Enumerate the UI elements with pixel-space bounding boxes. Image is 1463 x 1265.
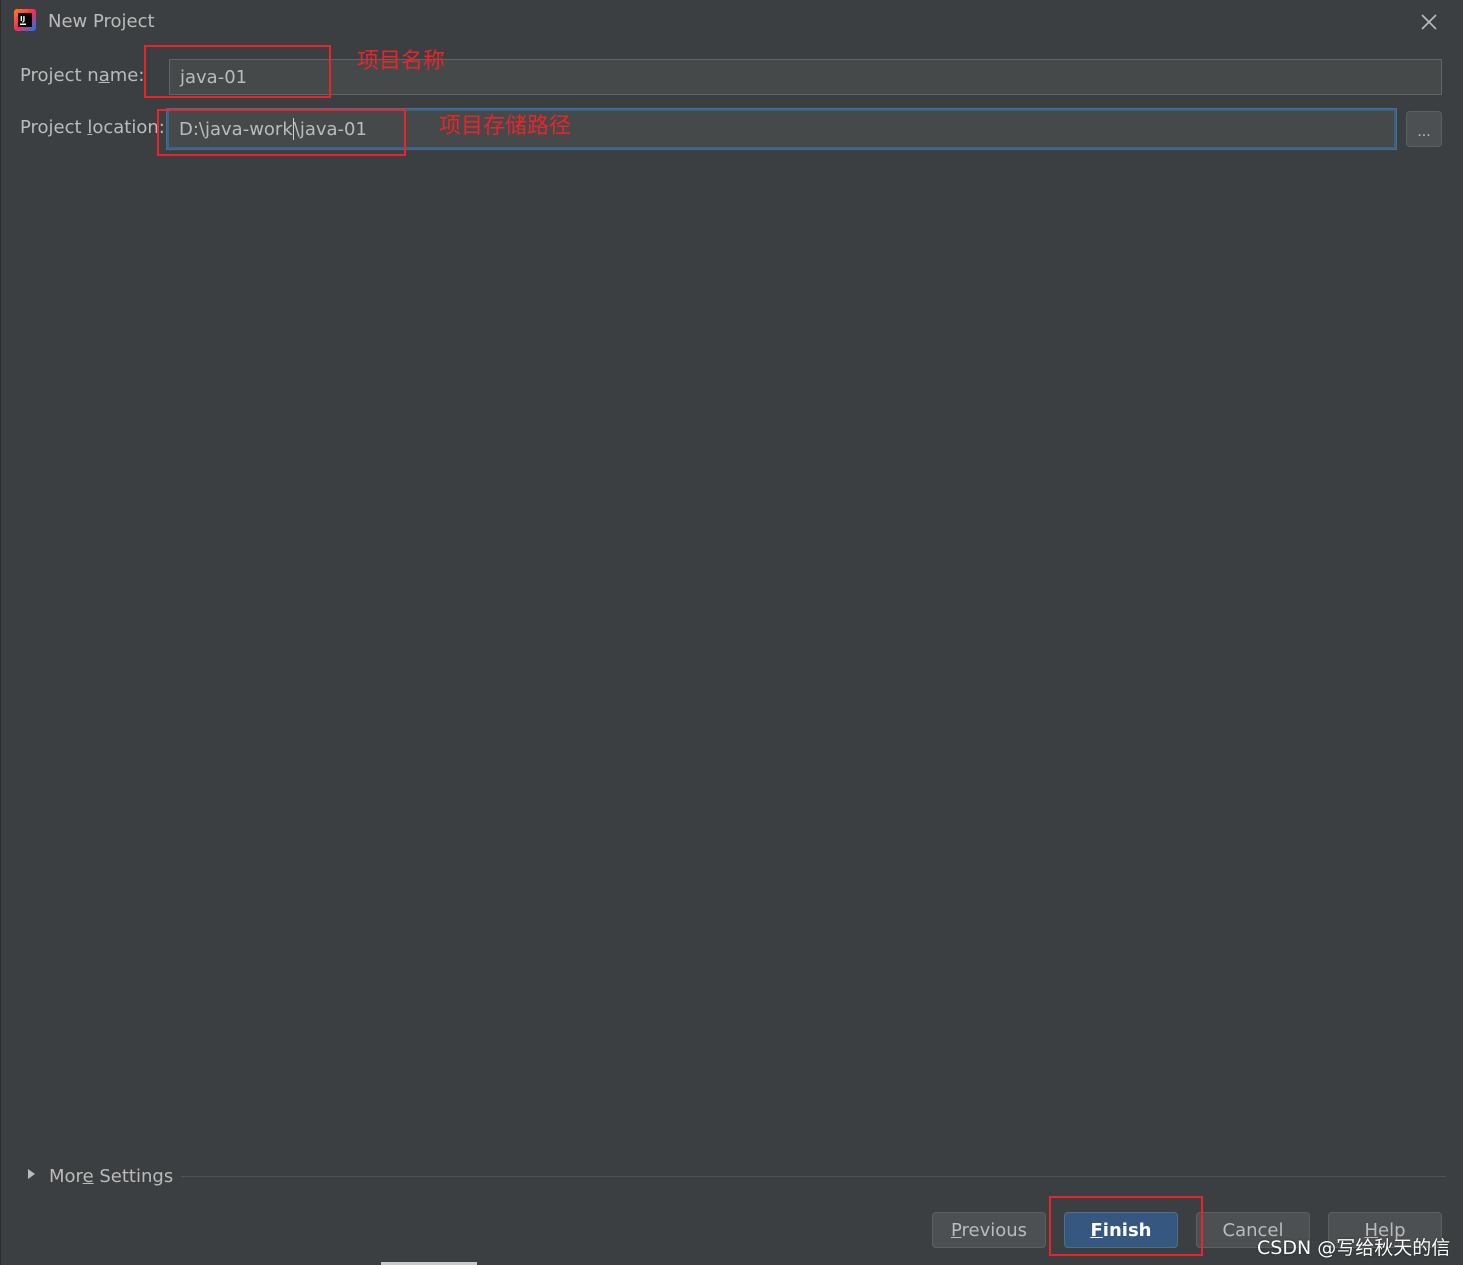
new-project-dialog: IJ New Project Project name: java-01 Pro… xyxy=(0,0,1463,1265)
svg-text:IJ: IJ xyxy=(20,15,25,23)
annotation-box-location xyxy=(157,109,406,156)
annotation-box-finish xyxy=(1049,1196,1203,1256)
annotation-location-note: 项目存储路径 xyxy=(439,114,572,139)
annotation-name-note: 项目名称 xyxy=(357,49,446,74)
triangle-right-icon xyxy=(23,1166,39,1186)
intellij-idea-icon: IJ xyxy=(13,8,37,32)
previous-button[interactable]: Previous xyxy=(932,1212,1046,1248)
more-settings-divider xyxy=(181,1176,1446,1177)
more-settings-toggle[interactable]: More Settings xyxy=(23,1162,173,1190)
title-bar: IJ New Project xyxy=(1,0,1463,44)
window-title: New Project xyxy=(48,11,155,32)
browse-button[interactable]: ... xyxy=(1406,111,1442,147)
close-icon[interactable] xyxy=(1415,8,1443,36)
annotation-box-name xyxy=(144,45,331,98)
csdn-watermark: CSDN @写给秋天的信 xyxy=(1257,1237,1451,1259)
project-name-label: Project name: xyxy=(20,65,145,86)
more-settings-label: More Settings xyxy=(49,1165,174,1187)
project-location-label: Project location: xyxy=(20,117,165,138)
